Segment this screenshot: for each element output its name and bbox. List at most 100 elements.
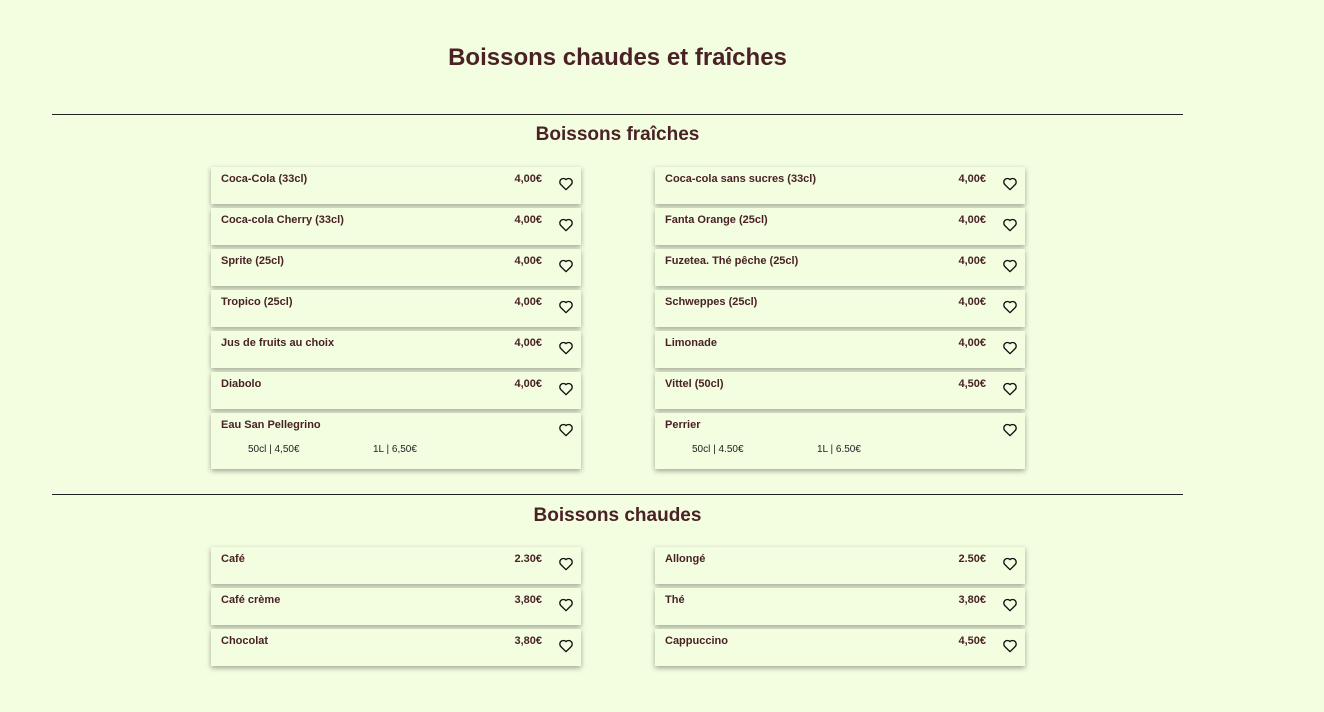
item-price: 3,80€: [514, 594, 542, 606]
item-price: 4,00€: [514, 214, 542, 226]
favorite-heart-icon[interactable]: [1002, 597, 1018, 613]
item-price: 4,00€: [514, 296, 542, 308]
item-size-price: 50cl | 4.50€: [692, 444, 744, 455]
item-size-price: 1L | 6,50€: [373, 444, 417, 455]
menu-item-card: Fuzetea. Thé pêche (25cl) 4,00€: [655, 249, 1025, 286]
favorite-heart-icon[interactable]: [1002, 381, 1018, 397]
item-name: Coca-Cola (33cl): [221, 173, 308, 185]
item-name: Chocolat: [221, 635, 269, 647]
favorite-heart-icon[interactable]: [1002, 556, 1018, 572]
item-name: Vittel (50cl): [665, 378, 724, 390]
heart-icon: [1003, 341, 1017, 355]
menu-item-card: Allongé 2.50€: [655, 547, 1025, 584]
hot-drinks-right-column: Allongé 2.50€ Thé 3,80€ Cappuccino 4,50€: [655, 547, 1025, 670]
favorite-heart-icon[interactable]: [1002, 638, 1018, 654]
favorite-heart-icon[interactable]: [1002, 422, 1018, 438]
favorite-heart-icon[interactable]: [558, 422, 574, 438]
menu-item-card: Coca-cola Cherry (33cl) 4,00€: [211, 208, 581, 245]
favorite-heart-icon[interactable]: [558, 597, 574, 613]
cold-drinks-right-column: Coca-cola sans sucres (33cl) 4,00€ Fanta O…: [655, 167, 1025, 473]
item-price: 4,00€: [958, 337, 986, 349]
item-price: 4,00€: [958, 214, 986, 226]
item-price: 4,00€: [514, 173, 542, 185]
item-name: Café crème: [221, 594, 281, 606]
favorite-heart-icon[interactable]: [558, 638, 574, 654]
heart-icon: [559, 300, 573, 314]
heart-icon: [1003, 423, 1017, 437]
favorite-heart-icon[interactable]: [558, 299, 574, 315]
item-name: Tropico (25cl): [221, 296, 293, 308]
menu-item-card: Thé 3,80€: [655, 588, 1025, 625]
heart-icon: [1003, 300, 1017, 314]
menu-item-card: Vittel (50cl) 4,50€: [655, 372, 1025, 409]
favorite-heart-icon[interactable]: [1002, 258, 1018, 274]
heart-icon: [559, 218, 573, 232]
item-name: Jus de fruits au choix: [221, 337, 335, 349]
heart-icon: [559, 598, 573, 612]
item-price: 4,00€: [958, 255, 986, 267]
heart-icon: [559, 639, 573, 653]
item-price: 3,80€: [514, 635, 542, 647]
menu-item-card: Cappuccino 4,50€: [655, 629, 1025, 666]
item-size-price: 50cl | 4,50€: [248, 444, 300, 455]
favorite-heart-icon[interactable]: [558, 217, 574, 233]
favorite-heart-icon[interactable]: [558, 556, 574, 572]
item-size-price: 1L | 6.50€: [817, 444, 861, 455]
heart-icon: [559, 259, 573, 273]
menu-item-card: Café 2.30€: [211, 547, 581, 584]
heart-icon: [1003, 218, 1017, 232]
heart-icon: [1003, 598, 1017, 612]
item-price: 4,00€: [514, 378, 542, 390]
item-price: 4,50€: [958, 635, 986, 647]
item-price: 4,00€: [958, 296, 986, 308]
hot-drinks-left-column: Café 2.30€ Café crème 3,80€ Chocolat 3,80€: [211, 547, 581, 670]
item-price: 4,00€: [958, 173, 986, 185]
menu-item-card: Schweppes (25cl) 4,00€: [655, 290, 1025, 327]
favorite-heart-icon[interactable]: [1002, 340, 1018, 356]
menu-item-card: Coca-cola sans sucres (33cl) 4,00€: [655, 167, 1025, 204]
menu-item-card: Jus de fruits au choix 4,00€: [211, 331, 581, 368]
item-price: 4,00€: [514, 255, 542, 267]
item-name: Coca-cola sans sucres (33cl): [665, 173, 817, 185]
item-name: Limonade: [665, 337, 717, 349]
favorite-heart-icon[interactable]: [1002, 176, 1018, 192]
heart-icon: [1003, 259, 1017, 273]
item-name: Schweppes (25cl): [665, 296, 758, 308]
section-title-hot-drinks: Boissons chaudes: [533, 505, 702, 526]
favorite-heart-icon[interactable]: [1002, 217, 1018, 233]
menu-item-card: Fanta Orange (25cl) 4,00€: [655, 208, 1025, 245]
menu-item-card: Chocolat 3,80€: [211, 629, 581, 666]
section-divider: [52, 114, 1183, 115]
favorite-heart-icon[interactable]: [558, 176, 574, 192]
menu-item-card: Tropico (25cl) 4,00€: [211, 290, 581, 327]
favorite-heart-icon[interactable]: [558, 381, 574, 397]
heart-icon: [559, 177, 573, 191]
page-title: Boissons chaudes et fraîches: [448, 44, 787, 71]
item-name: Allongé: [665, 553, 706, 565]
item-name: Coca-cola Cherry (33cl): [221, 214, 344, 226]
heart-icon: [559, 423, 573, 437]
item-name: Diabolo: [221, 378, 262, 390]
item-name: Fuzetea. Thé pêche (25cl): [665, 255, 799, 267]
menu-item-card: Coca-Cola (33cl) 4,00€: [211, 167, 581, 204]
item-name: Thé: [665, 594, 685, 606]
cold-drinks-left-column: Coca-Cola (33cl) 4,00€ Coca-cola Cherry (3…: [211, 167, 581, 473]
favorite-heart-icon[interactable]: [1002, 299, 1018, 315]
menu-item-card: Eau San Pellegrino 50cl | 4,50€ 1L | 6,50€: [211, 413, 581, 469]
menu-item-card: Limonade 4,00€: [655, 331, 1025, 368]
menu-item-card: Sprite (25cl) 4,00€: [211, 249, 581, 286]
heart-icon: [1003, 177, 1017, 191]
heart-icon: [1003, 639, 1017, 653]
section-title-cold-drinks: Boissons fraîches: [535, 124, 700, 145]
item-name: Perrier: [665, 419, 701, 431]
menu-item-card: Café crème 3,80€: [211, 588, 581, 625]
item-name: Eau San Pellegrino: [221, 419, 321, 431]
heart-icon: [1003, 557, 1017, 571]
favorite-heart-icon[interactable]: [558, 258, 574, 274]
menu-item-card: Perrier 50cl | 4.50€ 1L | 6.50€: [655, 413, 1025, 469]
favorite-heart-icon[interactable]: [558, 340, 574, 356]
item-price: 4,00€: [514, 337, 542, 349]
item-price: 4,50€: [958, 378, 986, 390]
item-name: Fanta Orange (25cl): [665, 214, 768, 226]
item-price: 2.50€: [958, 553, 986, 565]
